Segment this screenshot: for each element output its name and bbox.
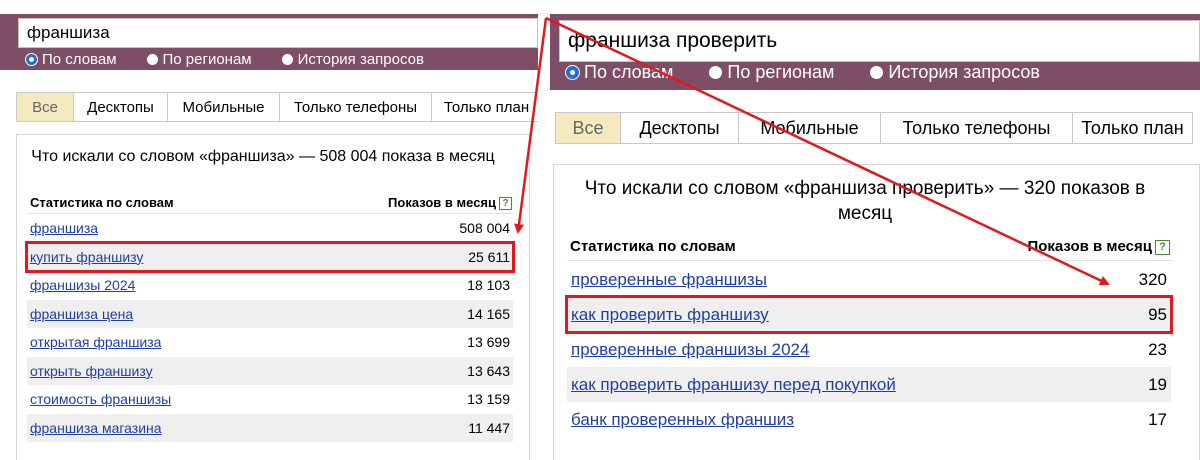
impressions-count: 19 bbox=[1148, 374, 1167, 394]
impressions-count: 13 159 bbox=[467, 391, 510, 408]
radio-2[interactable]: По регионам bbox=[146, 51, 252, 68]
impressions-count: 17 bbox=[1148, 409, 1167, 429]
radio-button-icon[interactable] bbox=[566, 66, 579, 79]
help-icon[interactable]: ? bbox=[499, 197, 512, 211]
table-row: франшиза цена 14 165 bbox=[27, 299, 513, 328]
keyword-link[interactable]: открытая франшиза bbox=[30, 334, 161, 350]
keyword-link[interactable]: франшиза цена bbox=[30, 306, 133, 322]
tab-1[interactable]: Все bbox=[555, 112, 621, 144]
keyword-link[interactable]: франшизы 2024 bbox=[30, 277, 135, 293]
radio-1[interactable]: По словам bbox=[26, 51, 117, 68]
table-row: открыть франшизу 13 643 bbox=[27, 356, 513, 385]
impressions-count: 13 643 bbox=[467, 362, 510, 379]
table-row: франшиза 508 004 bbox=[27, 214, 513, 243]
table-row: как проверить франшизу 95 bbox=[565, 295, 1173, 334]
search-header: франшиза По словам По регионам История зап… bbox=[0, 14, 538, 70]
column-header-count-label: Показов в месяц bbox=[1027, 238, 1152, 255]
impressions-count: 13 699 bbox=[467, 334, 510, 351]
radio-label: По словам bbox=[42, 51, 117, 68]
radio-3[interactable]: История запросов bbox=[870, 62, 1040, 83]
impressions-count: 508 004 bbox=[459, 220, 510, 237]
column-header-count: Показов в месяц? bbox=[1027, 238, 1170, 255]
radio-3[interactable]: История запросов bbox=[281, 51, 424, 68]
keyword-link[interactable]: франшиза bbox=[30, 220, 98, 236]
keyword-link[interactable]: проверенные франшизы 2024 bbox=[571, 340, 809, 360]
tab-3[interactable]: Мобильные bbox=[168, 92, 280, 122]
keyword-link[interactable]: стоимость франшизы bbox=[30, 391, 171, 407]
stats-title: Что искали со словом «франшиза проверить… bbox=[584, 178, 1146, 224]
impressions-count: 95 bbox=[1148, 304, 1167, 324]
column-header-phrase: Статистика по словам bbox=[570, 238, 736, 255]
impressions-count: 23 bbox=[1148, 339, 1167, 359]
table-row: купить франшизу 25 611 bbox=[25, 240, 515, 273]
impressions-count: 320 bbox=[1138, 269, 1167, 289]
impressions-count: 11 447 bbox=[468, 419, 510, 436]
table-row: проверенные франшизы 320 bbox=[567, 262, 1171, 297]
table-row: проверенные франшизы 2024 23 bbox=[567, 332, 1171, 367]
table-row: франшизы 2024 18 103 bbox=[27, 271, 513, 300]
tab-1[interactable]: Все bbox=[16, 92, 74, 122]
tab-5[interactable]: Только план bbox=[432, 92, 538, 122]
table-row: открытая франшиза 13 699 bbox=[27, 328, 513, 357]
column-header-count: Показов в месяц? bbox=[388, 195, 512, 211]
table-row: стоимость франшизы 13 159 bbox=[27, 385, 513, 414]
column-header-count-label: Показов в месяц bbox=[388, 195, 496, 210]
radio-label: По словам bbox=[584, 62, 674, 82]
keyword-link[interactable]: купить франшизу bbox=[30, 249, 143, 265]
stats-title: Что искали со словом «франшиза» — 508 00… bbox=[31, 148, 495, 165]
radio-button-icon[interactable] bbox=[26, 54, 37, 65]
keyword-link[interactable]: открыть франшизу bbox=[30, 363, 153, 379]
keyword-link[interactable]: как проверить франшизу перед покупкой bbox=[571, 375, 896, 395]
wordstat-panel-left: франшиза По словам По регионам История зап… bbox=[0, 0, 538, 460]
impressions-count: 14 165 bbox=[467, 305, 510, 322]
wordstat-panel-right: франшиза проверить По словам По регионам И… bbox=[550, 0, 1200, 460]
search-mode-radios: По словам По регионам История запросов bbox=[566, 62, 1076, 83]
tab-5[interactable]: Только план bbox=[1073, 112, 1193, 144]
table-row: как проверить франшизу перед покупкой 19 bbox=[567, 367, 1171, 402]
keyword-link[interactable]: банк проверенных франшиз bbox=[571, 410, 794, 430]
impressions-count: 25 611 bbox=[468, 248, 510, 265]
radio-button-icon[interactable] bbox=[281, 54, 293, 65]
help-icon[interactable]: ? bbox=[1155, 239, 1170, 255]
radio-label: По регионам bbox=[727, 62, 835, 82]
keyword-link[interactable]: франшиза магазина bbox=[30, 420, 162, 436]
radio-label: История запросов bbox=[297, 51, 424, 68]
tab-2[interactable]: Десктопы bbox=[621, 112, 739, 144]
tab-2[interactable]: Десктопы bbox=[74, 92, 168, 122]
tab-3[interactable]: Мобильные bbox=[739, 112, 881, 144]
search-header: франшиза проверить По словам По регионам И… bbox=[550, 14, 1200, 90]
impressions-count: 18 103 bbox=[467, 277, 510, 294]
radio-1[interactable]: По словам bbox=[566, 62, 673, 83]
header-divider bbox=[567, 260, 1171, 261]
table-row: банк проверенных франшиз 17 bbox=[567, 402, 1171, 437]
search-input[interactable]: франшиза bbox=[18, 18, 538, 48]
table-row: франшиза магазина 11 447 bbox=[27, 413, 513, 442]
keyword-link[interactable]: проверенные франшизы bbox=[571, 270, 767, 290]
device-tabs: Все Десктопы Мобильные Только телефоны Тольк… bbox=[555, 112, 1193, 144]
search-input[interactable]: франшиза проверить bbox=[559, 20, 1200, 62]
keyword-link[interactable]: как проверить франшизу bbox=[571, 305, 769, 325]
radio-button-icon[interactable] bbox=[146, 54, 158, 65]
tab-4[interactable]: Только телефоны bbox=[280, 92, 432, 122]
device-tabs: Все Десктопы Мобильные Только телефоны Тольк… bbox=[16, 92, 538, 122]
tab-4[interactable]: Только телефоны bbox=[881, 112, 1073, 144]
radio-label: История запросов bbox=[888, 62, 1040, 82]
column-header-phrase: Статистика по словам bbox=[30, 195, 174, 210]
radio-button-icon[interactable] bbox=[709, 66, 723, 79]
radio-button-icon[interactable] bbox=[870, 66, 884, 79]
search-mode-radios: По словам По регионам История запросов bbox=[26, 51, 454, 68]
radio-label: По регионам bbox=[162, 51, 252, 68]
radio-2[interactable]: По регионам bbox=[709, 62, 834, 83]
